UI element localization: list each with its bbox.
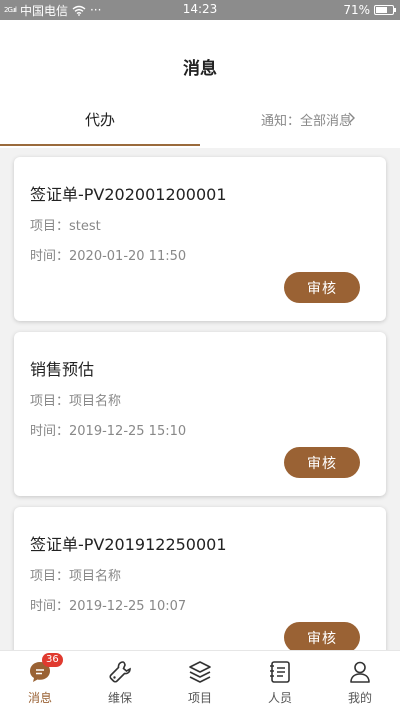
card-project: 项目：项目名称 bbox=[30, 569, 122, 584]
tab-todo[interactable]: 代办 bbox=[0, 106, 200, 148]
page-title: 消息 bbox=[183, 59, 217, 79]
card-project: 项目：stest bbox=[30, 219, 101, 234]
user-icon bbox=[350, 661, 370, 683]
card-project: 项目：项目名称 bbox=[30, 394, 122, 409]
status-right: 71% bbox=[343, 0, 396, 20]
card-time: 时间：2019-12-25 10:07 bbox=[30, 599, 187, 614]
unread-badge: 36 bbox=[42, 653, 63, 667]
card-title: 签证单-PV202001200001 bbox=[30, 185, 227, 204]
header: 消息 代办 通知：全部消息 bbox=[0, 20, 400, 148]
nav-item-staff[interactable]: 人员 bbox=[240, 651, 320, 711]
contacts-book-icon bbox=[270, 661, 290, 683]
card-title: 签证单-PV201912250001 bbox=[30, 535, 227, 554]
review-button[interactable]: 审核 bbox=[284, 272, 360, 303]
nav-item-messages[interactable]: 36 消息 bbox=[0, 651, 80, 711]
nav-label: 项目 bbox=[187, 691, 212, 705]
message-card[interactable]: 签证单-PV202001200001 项目：stest 时间：2020-01-2… bbox=[14, 157, 386, 321]
nav-item-mine[interactable]: 我的 bbox=[320, 651, 400, 711]
bottom-nav: 36 消息 维保 项目 人员 我的 bbox=[0, 650, 400, 711]
nav-label: 人员 bbox=[267, 691, 292, 705]
review-button[interactable]: 审核 bbox=[284, 622, 360, 650]
card-title: 销售预估 bbox=[30, 360, 95, 379]
nav-item-projects[interactable]: 项目 bbox=[160, 651, 240, 711]
tab-underline bbox=[0, 144, 200, 146]
card-time: 时间：2020-01-20 11:50 bbox=[30, 249, 187, 264]
nav-label: 维保 bbox=[107, 691, 132, 705]
battery-fill bbox=[376, 7, 388, 13]
message-list[interactable]: 签证单-PV202001200001 项目：stest 时间：2020-01-2… bbox=[0, 148, 400, 650]
status-time: 14:23 bbox=[182, 2, 218, 16]
message-card[interactable]: 销售预估 项目：项目名称 时间：2019-12-25 15:10 审核 bbox=[14, 332, 386, 496]
nav-label: 消息 bbox=[27, 691, 52, 705]
tab-notice[interactable]: 通知：全部消息 bbox=[261, 110, 352, 129]
review-button[interactable]: 审核 bbox=[284, 447, 360, 478]
message-card[interactable]: 签证单-PV201912250001 项目：项目名称 时间：2019-12-25… bbox=[14, 507, 386, 650]
battery-percent: 71% bbox=[343, 3, 370, 17]
nav-label: 我的 bbox=[347, 691, 372, 705]
status-bar: 2G.ııl 中国电信 ··· 14:23 71% bbox=[0, 0, 400, 20]
nav-item-maintenance[interactable]: 维保 bbox=[80, 651, 160, 711]
wrench-icon bbox=[109, 661, 131, 683]
chevron-right-icon[interactable] bbox=[344, 111, 358, 125]
battery-icon bbox=[374, 5, 396, 15]
layers-icon bbox=[189, 661, 211, 683]
card-time: 时间：2019-12-25 15:10 bbox=[30, 424, 187, 439]
